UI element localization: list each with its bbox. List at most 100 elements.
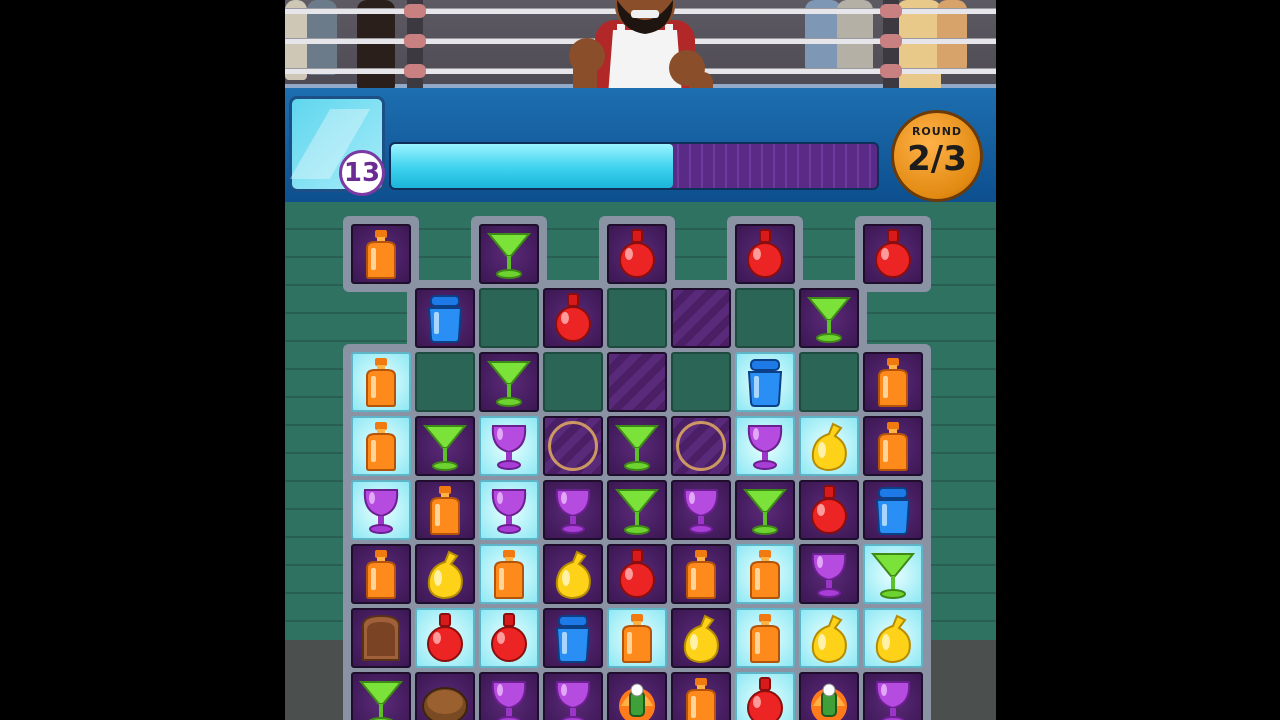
board-cell[interactable] — [671, 544, 731, 604]
board-cell[interactable] — [735, 672, 795, 720]
flask-red-icon — [805, 484, 853, 536]
board-cell[interactable] — [479, 352, 539, 412]
bottle-orange-icon — [677, 548, 725, 600]
board-cell[interactable] — [863, 224, 923, 284]
flask-red-icon — [741, 676, 789, 720]
board-cell[interactable] — [543, 480, 603, 540]
board-cell[interactable] — [671, 416, 731, 476]
board-cell[interactable] — [415, 672, 475, 720]
board-cell[interactable] — [415, 544, 475, 604]
bag-yellow-icon — [677, 612, 725, 664]
round-label: ROUND — [911, 125, 963, 138]
board-cell — [735, 288, 795, 348]
jar-blue-icon — [869, 484, 917, 536]
bottle-orange-icon — [485, 548, 533, 600]
jar-blue-icon — [741, 356, 789, 408]
board-cell[interactable] — [799, 672, 859, 720]
board-cell[interactable] — [735, 480, 795, 540]
board-cell[interactable] — [671, 672, 731, 720]
rope-pad — [880, 4, 902, 18]
board-cell[interactable] — [799, 416, 859, 476]
special-icon — [805, 676, 853, 720]
bottle-orange-icon — [869, 356, 917, 408]
pie-icon — [421, 676, 469, 720]
board-cell[interactable] — [479, 480, 539, 540]
board-cell[interactable] — [351, 352, 411, 412]
martini-green-icon — [741, 484, 789, 536]
board-cell[interactable] — [543, 672, 603, 720]
round-badge: ROUND 2/3 — [891, 110, 983, 202]
progress-fill — [391, 144, 673, 188]
flask-red-icon — [869, 228, 917, 280]
board-cell[interactable] — [479, 224, 539, 284]
board-cell[interactable] — [479, 544, 539, 604]
board-cell[interactable] — [607, 672, 667, 720]
board-cell[interactable] — [863, 544, 923, 604]
board-cell[interactable] — [799, 288, 859, 348]
bottle-orange-icon — [613, 612, 661, 664]
board-cell[interactable] — [735, 352, 795, 412]
board-cell[interactable] — [671, 288, 731, 348]
board-cell[interactable] — [351, 480, 411, 540]
board-cell[interactable] — [543, 416, 603, 476]
board-cell[interactable] — [415, 608, 475, 668]
rope-pad — [404, 34, 426, 48]
board-cell[interactable] — [799, 480, 859, 540]
round-value: 2/3 — [907, 139, 967, 179]
board-cell[interactable] — [607, 608, 667, 668]
board-cell[interactable] — [863, 480, 923, 540]
board-cell[interactable] — [671, 480, 731, 540]
board-cell[interactable] — [863, 608, 923, 668]
flask-red-icon — [421, 612, 469, 664]
board-cell[interactable] — [735, 224, 795, 284]
board-cell[interactable] — [607, 416, 667, 476]
board-cell[interactable] — [351, 544, 411, 604]
board-cell[interactable] — [863, 672, 923, 720]
bag-yellow-icon — [805, 420, 853, 472]
board-cell — [607, 288, 667, 348]
board-cell[interactable] — [543, 608, 603, 668]
board-cell[interactable] — [799, 608, 859, 668]
board-cell[interactable] — [415, 416, 475, 476]
board-cell[interactable] — [479, 416, 539, 476]
board-cell[interactable] — [415, 288, 475, 348]
board-cell[interactable] — [607, 352, 667, 412]
board-cell — [415, 352, 475, 412]
rope-pad — [880, 34, 902, 48]
board-cell[interactable] — [351, 608, 411, 668]
board-cell[interactable] — [735, 608, 795, 668]
board-cell[interactable] — [479, 672, 539, 720]
board-cell[interactable] — [351, 224, 411, 284]
board-cell[interactable] — [735, 416, 795, 476]
martini-green-icon — [613, 420, 661, 472]
board-cell[interactable] — [671, 608, 731, 668]
board-cell[interactable] — [735, 544, 795, 604]
board-cell — [543, 352, 603, 412]
goblet-purple-icon — [805, 548, 853, 600]
bag-yellow-icon — [421, 548, 469, 600]
martini-green-icon — [805, 292, 853, 344]
goblet-purple-icon — [677, 484, 725, 536]
toast-icon — [357, 612, 405, 664]
rope-pad — [880, 64, 902, 78]
board-cell[interactable] — [607, 224, 667, 284]
board-cell[interactable] — [607, 480, 667, 540]
martini-green-icon — [869, 548, 917, 600]
board-cell[interactable] — [607, 544, 667, 604]
board-cell[interactable] — [799, 544, 859, 604]
bottle-orange-icon — [741, 612, 789, 664]
board-cell[interactable] — [543, 544, 603, 604]
board-cell[interactable] — [415, 480, 475, 540]
game-screen: 13 ROUND 2/3 — [285, 0, 996, 720]
bottle-orange-icon — [421, 484, 469, 536]
board-cell[interactable] — [543, 288, 603, 348]
goblet-purple-icon — [485, 676, 533, 720]
board-cell[interactable] — [863, 352, 923, 412]
jar-blue-icon — [549, 612, 597, 664]
goblet-purple-icon — [549, 676, 597, 720]
board-cell[interactable] — [351, 672, 411, 720]
flask-red-icon — [613, 548, 661, 600]
board-cell[interactable] — [863, 416, 923, 476]
board-cell[interactable] — [351, 416, 411, 476]
board-cell[interactable] — [479, 608, 539, 668]
